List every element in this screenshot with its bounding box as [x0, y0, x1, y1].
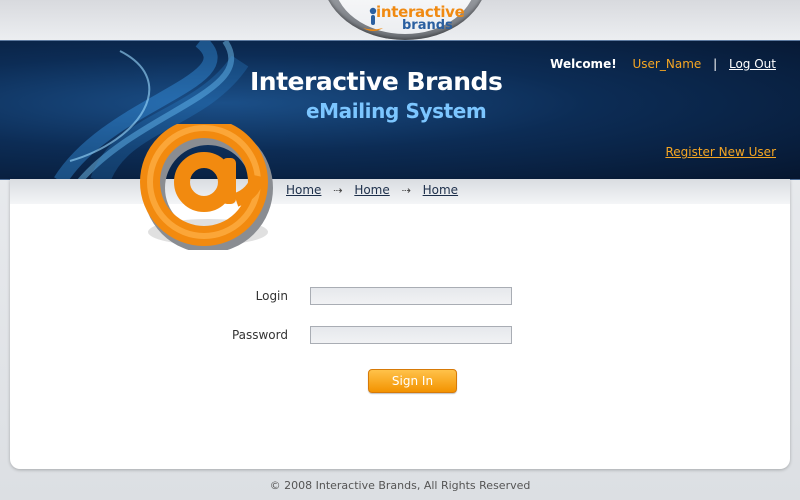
content-panel [10, 179, 790, 469]
brand-title: Interactive Brands [250, 67, 503, 96]
breadcrumb-arrow-icon: ⇢ [401, 184, 411, 197]
breadcrumb-home-2[interactable]: Home [354, 183, 389, 197]
user-bar: Welcome! User_Name | Log Out [550, 57, 776, 71]
breadcrumb-home-3[interactable]: Home [423, 183, 458, 197]
brand-subtitle: eMailing System [306, 99, 487, 123]
breadcrumb-home-1[interactable]: Home [286, 183, 321, 197]
footer-copyright: © 2008 Interactive Brands, All Rights Re… [269, 479, 531, 492]
welcome-text: Welcome! [550, 57, 617, 71]
user-name-link[interactable]: User_Name [633, 57, 702, 71]
breadcrumb-arrow-icon: ⇢ [333, 184, 343, 197]
breadcrumb: Home ⇢ Home ⇢ Home [286, 183, 458, 197]
logo-text-brands: brands [402, 18, 453, 33]
at-sign-icon [140, 124, 273, 250]
brand-logo[interactable]: interactive brands [362, 2, 465, 36]
login-input[interactable] [310, 287, 512, 305]
password-input[interactable] [310, 326, 512, 344]
register-new-user-link[interactable]: Register New User [665, 145, 776, 159]
login-label: Login [255, 289, 288, 303]
separator: | [713, 57, 718, 71]
header-banner: Interactive Brands eMailing System Welco… [0, 40, 800, 180]
sign-in-button[interactable]: Sign In [368, 369, 457, 393]
logout-link[interactable]: Log Out [729, 57, 776, 71]
password-label: Password [231, 328, 288, 342]
